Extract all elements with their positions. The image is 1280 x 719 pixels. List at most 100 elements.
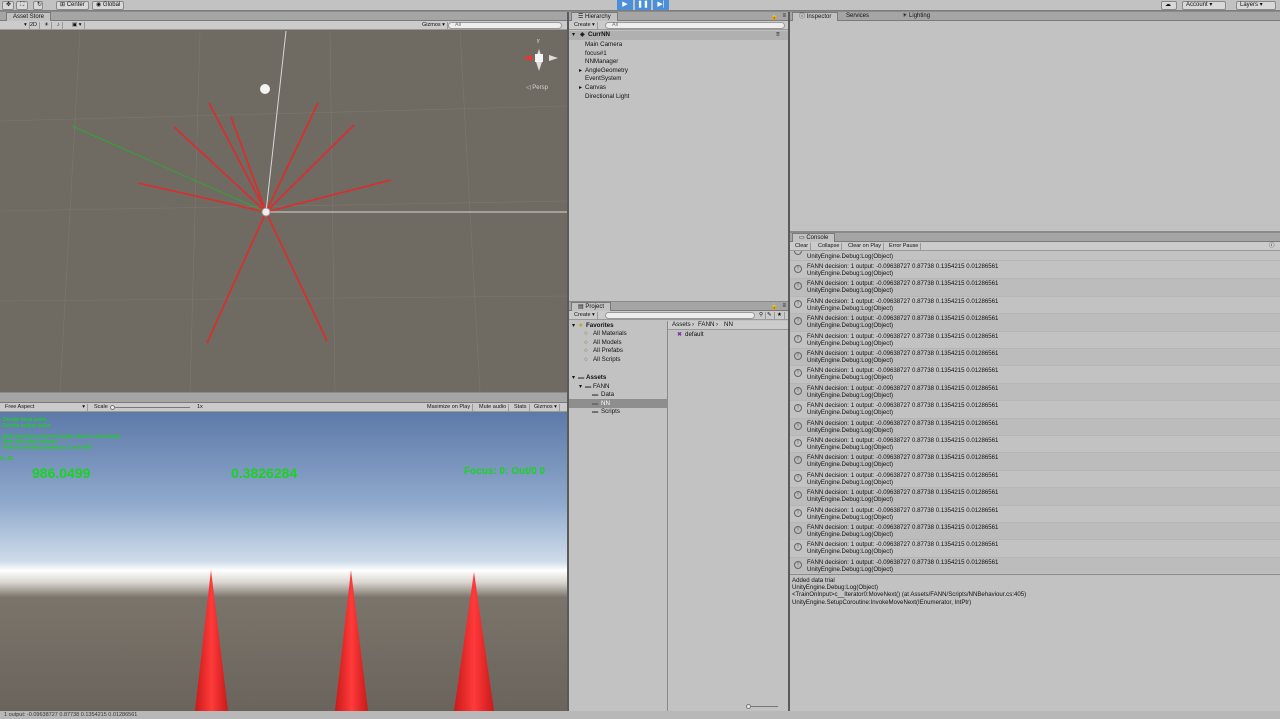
favorite-star-icon[interactable]: ★: [775, 312, 785, 319]
hand-tool-icon[interactable]: ✥: [2, 1, 14, 10]
console-row[interactable]: ! FANN decision: 1 output: -0.09638727 0.…: [790, 366, 1280, 384]
console-collapse-button[interactable]: Collapse: [816, 243, 843, 250]
aspect-dropdown[interactable]: Free Aspect ▾: [3, 404, 88, 411]
step-button[interactable]: ▶|: [653, 0, 669, 10]
project-create-dropdown[interactable]: Create ▾: [572, 312, 598, 319]
expand-arrow-icon[interactable]: ▸: [579, 67, 582, 75]
hierarchy-create-dropdown[interactable]: Create ▾: [572, 22, 598, 29]
zoom-slider-thumb[interactable]: [746, 704, 751, 709]
console-row-partial[interactable]: UnityEngine.Debug:Log(Object): [790, 251, 1280, 261]
zoom-slider[interactable]: [748, 706, 778, 707]
hierarchy-item[interactable]: Directional Light: [569, 93, 788, 102]
console-row[interactable]: ! FANN decision: 1 output: -0.09638727 0.…: [790, 471, 1280, 489]
console-row[interactable]: ! FANN decision: 1 output: -0.09638727 0.…: [790, 383, 1280, 402]
game-gizmos-dropdown[interactable]: Gizmos ▾: [532, 404, 560, 411]
folder-item[interactable]: ▬ Scripts: [569, 408, 668, 417]
tab-hierarchy[interactable]: ☰ Hierarchy: [571, 12, 618, 21]
lighting-toggle-icon[interactable]: ☀: [42, 22, 52, 29]
favorites-expand-icon[interactable]: ▾: [572, 322, 575, 330]
pivot-center-button[interactable]: ⊞ Center: [56, 1, 89, 10]
console-row[interactable]: ! FANN decision: 1 output: -0.09638727 0.…: [790, 488, 1280, 506]
console-row[interactable]: ! FANN decision: 1 output: -0.09638727 0.…: [790, 453, 1280, 471]
tab-project[interactable]: ▤ Project: [571, 302, 612, 311]
scale-slider-thumb[interactable]: [110, 405, 115, 410]
console-row[interactable]: ! FANN decision: 1 output: -0.09638727 0.…: [790, 401, 1280, 419]
console-row[interactable]: ! FANN decision: 1 output: -0.09638727 0.…: [790, 314, 1280, 332]
hierarchy-lock-icon[interactable]: 🔒: [771, 13, 778, 20]
hierarchy-item-label: Directional Light: [585, 92, 630, 100]
expand-arrow-icon[interactable]: ▾: [572, 31, 575, 39]
console-row[interactable]: ! FANN decision: 1 output: -0.09638727 0.…: [790, 506, 1280, 523]
expand-arrow-icon[interactable]: ▸: [579, 84, 582, 92]
favorite-item[interactable]: ○ All Materials: [569, 330, 668, 339]
favorite-item[interactable]: ○ All Models: [569, 339, 668, 348]
tab-lighting[interactable]: ☀ Lighting: [896, 12, 936, 21]
status-bar[interactable]: 1 output: -0.09638727 0.87738 0.1354215 …: [0, 711, 1280, 719]
breadcrumb-assets[interactable]: Assets: [672, 321, 691, 329]
focus-sphere[interactable]: [260, 84, 270, 94]
breadcrumb-fann[interactable]: FANN: [698, 321, 715, 329]
pause-button[interactable]: ❚❚: [635, 0, 651, 10]
folder-item[interactable]: ▬ NN: [569, 400, 668, 409]
game-viewport[interactable]: - Decide focal point - Decide output valu…: [0, 412, 567, 711]
assets-expand-icon[interactable]: ▾: [572, 374, 575, 382]
console-row[interactable]: ! FANN decision: 1 output: -0.09638727 0.…: [790, 523, 1280, 541]
info-count-icon[interactable]: ⓘ: [1267, 243, 1277, 250]
play-button[interactable]: ▶: [617, 0, 633, 10]
tab-services[interactable]: Services: [840, 12, 875, 21]
console-clear-button[interactable]: Clear: [793, 243, 812, 250]
tab-console[interactable]: ▭ Console: [792, 233, 836, 242]
assets-label[interactable]: Assets: [586, 374, 606, 382]
scene-root-row[interactable]: ▾ ◈ CurrNN ≡: [569, 31, 788, 40]
project-tabbar: ▤ Project 🔒 ≡: [569, 302, 788, 311]
cloud-icon[interactable]: ☁: [1161, 1, 1177, 10]
maximize-on-play-toggle[interactable]: Maximize on Play: [425, 404, 474, 411]
effects-dropdown[interactable]: ▣ ▾: [70, 22, 85, 29]
console-row[interactable]: ! FANN decision: 1 output: -0.09638727 0.…: [790, 557, 1280, 573]
rect-tool-icon[interactable]: ⛶: [16, 1, 28, 10]
favorite-item[interactable]: ○ All Scripts: [569, 356, 668, 365]
scene-search-input[interactable]: All: [448, 22, 562, 29]
project-lock-icon[interactable]: 🔒: [771, 303, 778, 310]
console-error-pause-button[interactable]: Error Pause: [887, 243, 922, 250]
filter-label-icon[interactable]: ✎: [765, 312, 775, 319]
pivot-global-button[interactable]: ◉ Global: [92, 1, 125, 10]
mute-audio-toggle[interactable]: Mute audio: [477, 404, 510, 411]
hierarchy-menu-icon[interactable]: ≡: [782, 13, 786, 19]
tab-inspector[interactable]: ⓘ Inspector: [792, 12, 839, 21]
favorite-item[interactable]: ○ All Prefabs: [569, 347, 668, 356]
2d-toggle[interactable]: 2D: [28, 22, 41, 29]
stats-toggle[interactable]: Stats: [512, 404, 530, 411]
fann-expand-icon[interactable]: ▾: [579, 383, 582, 391]
scene-options-icon[interactable]: ≡: [776, 31, 780, 39]
account-dropdown[interactable]: Account ▾: [1182, 1, 1226, 10]
project-menu-icon[interactable]: ≡: [782, 303, 786, 309]
audio-toggle-icon[interactable]: ♪: [55, 22, 63, 29]
hierarchy-search-input[interactable]: All: [605, 22, 785, 29]
console-row[interactable]: ! FANN decision: 1 output: -0.09638727 0.…: [790, 349, 1280, 367]
scene-gizmos-dropdown[interactable]: Gizmos ▾: [420, 22, 448, 29]
console-log-list[interactable]: UnityEngine.Debug:Log(Object) ! FANN deci…: [790, 251, 1280, 573]
console-row[interactable]: ! FANN decision: 1 output: -0.09638727 0.…: [790, 418, 1280, 436]
rotate-tool-icon[interactable]: ↻: [33, 1, 43, 10]
layers-dropdown[interactable]: Layers ▾: [1236, 1, 1276, 10]
console-row[interactable]: ! FANN decision: 1 output: -0.09638727 0.…: [790, 436, 1280, 454]
project-search-input[interactable]: [605, 312, 755, 319]
breadcrumb-nn[interactable]: NN: [724, 321, 733, 329]
console-row[interactable]: ! FANN decision: 1 output: -0.09638727 0.…: [790, 279, 1280, 297]
view-gizmo[interactable]: [523, 49, 558, 71]
console-row[interactable]: ! FANN decision: 1 output: -0.09638727 0.…: [790, 297, 1280, 315]
console-row[interactable]: ! FANN decision: 1 output: -0.09638727 0.…: [790, 332, 1280, 349]
tab-asset-store[interactable]: Asset Store: [6, 12, 52, 21]
file-default[interactable]: default: [685, 331, 704, 339]
console-clear-on-play-button[interactable]: Clear on Play: [846, 243, 885, 250]
folder-item[interactable]: ▬ Data: [569, 391, 668, 400]
origin-object[interactable]: [261, 207, 271, 217]
console-row[interactable]: ! FANN decision: 1 output: -0.09638727 0.…: [790, 262, 1280, 280]
fann-label[interactable]: FANN: [593, 383, 610, 391]
persp-label[interactable]: ◁ Persp: [526, 84, 548, 91]
scale-slider[interactable]: [110, 407, 190, 408]
console-tabbar: ▭ Console: [790, 233, 1280, 242]
console-row[interactable]: ! FANN decision: 1 output: -0.09638727 0.…: [790, 540, 1280, 558]
scene-viewport[interactable]: [0, 31, 567, 392]
